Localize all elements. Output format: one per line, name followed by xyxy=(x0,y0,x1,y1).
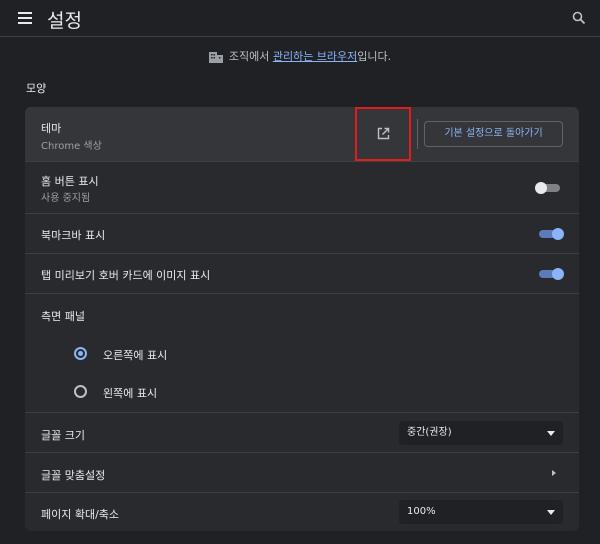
font-size-value: 중간(권장) xyxy=(407,427,452,438)
bookmarks-bar-row[interactable]: 북마크바 표시 xyxy=(25,213,579,253)
side-panel-row: 측면 패널 오른쪽에 표시 왼쪽에 표시 xyxy=(25,293,579,412)
page-zoom-select[interactable]: 100% xyxy=(399,500,563,524)
chevron-down-icon xyxy=(547,431,555,436)
search-icon[interactable] xyxy=(572,11,586,25)
page-title: 설정 xyxy=(47,10,82,32)
managed-suffix: 입니다. xyxy=(357,50,392,63)
page-zoom-title: 페이지 확대/축소 xyxy=(41,508,120,521)
tab-hover-title: 탭 미리보기 호버 카드에 이미지 표시 xyxy=(41,269,211,282)
tab-hover-row[interactable]: 탭 미리보기 호버 카드에 이미지 표시 xyxy=(25,253,579,293)
menu-icon[interactable] xyxy=(18,12,32,24)
managed-prefix: 조직에서 xyxy=(228,50,273,63)
section-heading-appearance: 모양 xyxy=(26,82,47,95)
side-panel-left-radio[interactable] xyxy=(74,385,87,398)
page-zoom-row: 페이지 확대/축소 100% xyxy=(25,492,579,531)
home-button-row[interactable]: 홈 버튼 표시 사용 중지됨 xyxy=(25,161,579,213)
side-panel-left-label[interactable]: 왼쪽에 표시 xyxy=(103,385,157,401)
chevron-down-icon xyxy=(547,510,555,515)
font-size-row: 글꼴 크기 중간(권장) xyxy=(25,412,579,452)
appearance-card: 테마 Chrome 색상 기본 설정으로 돌아가기 홈 버튼 표시 사용 중지됨… xyxy=(25,107,579,531)
tab-hover-toggle[interactable] xyxy=(538,268,564,280)
custom-fonts-row[interactable]: 글꼴 맞춤설정 xyxy=(25,452,579,492)
managed-notice: 조직에서 관리하는 브라우저입니다. xyxy=(0,48,600,64)
font-size-select[interactable]: 중간(권장) xyxy=(399,421,563,445)
chevron-right-icon xyxy=(552,470,556,476)
page-zoom-value: 100% xyxy=(407,506,436,517)
building-icon xyxy=(208,52,223,63)
top-bar: 설정 xyxy=(0,0,600,37)
managed-browser-link[interactable]: 관리하는 브라우저 xyxy=(273,50,357,63)
theme-row[interactable]: 테마 Chrome 색상 기본 설정으로 돌아가기 xyxy=(25,107,579,161)
home-button-subtitle: 사용 중지됨 xyxy=(41,193,91,204)
side-panel-title: 측면 패널 xyxy=(41,310,85,323)
side-panel-right-label[interactable]: 오른쪽에 표시 xyxy=(103,347,167,363)
divider xyxy=(417,119,418,149)
side-panel-right-radio[interactable] xyxy=(74,347,87,360)
bookmarks-bar-title: 북마크바 표시 xyxy=(41,229,106,242)
reset-theme-button[interactable]: 기본 설정으로 돌아가기 xyxy=(424,121,563,147)
bookmarks-bar-toggle[interactable] xyxy=(538,228,564,240)
theme-subtitle: Chrome 색상 xyxy=(41,141,102,152)
open-in-new-icon[interactable] xyxy=(377,127,390,140)
theme-title: 테마 xyxy=(41,122,62,135)
font-size-title: 글꼴 크기 xyxy=(41,429,85,442)
home-button-toggle[interactable] xyxy=(535,182,561,194)
custom-fonts-title: 글꼴 맞춤설정 xyxy=(41,469,106,482)
home-button-title: 홈 버튼 표시 xyxy=(41,175,99,188)
